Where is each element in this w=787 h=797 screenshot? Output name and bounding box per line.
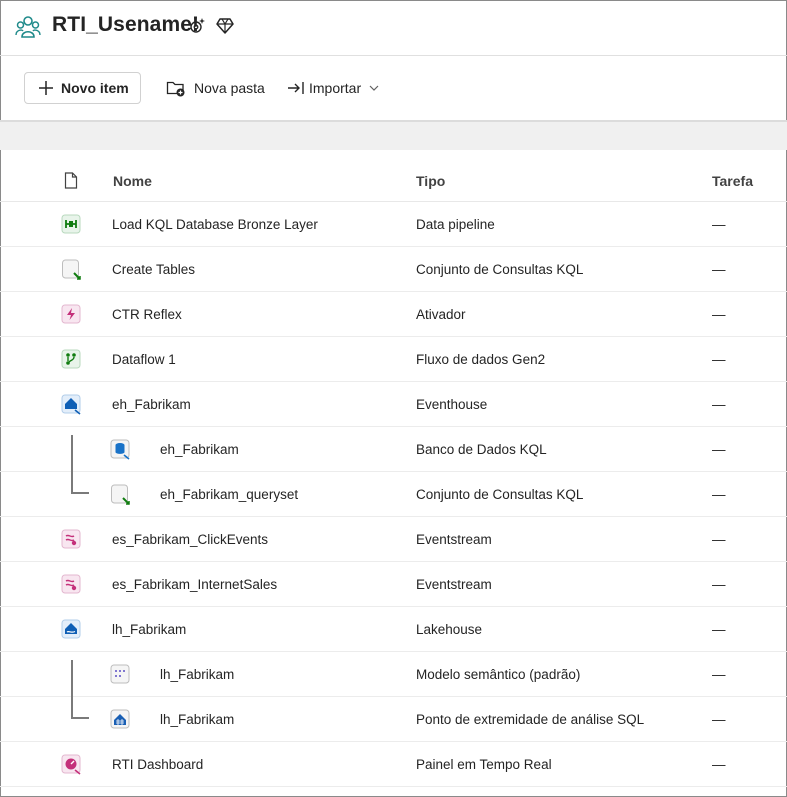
item-type: Modelo semântico (padrão) [416, 667, 581, 682]
activator-icon [61, 304, 81, 324]
item-name-link[interactable]: RTI Dashboard [112, 757, 203, 772]
item-name-link[interactable]: eh_Fabrikam [160, 442, 239, 457]
table-header: Nome Tipo Tarefa [0, 158, 787, 202]
item-type: Eventstream [416, 577, 492, 592]
item-task: — [712, 442, 726, 457]
kql-queryset-icon [111, 484, 130, 505]
table-row[interactable]: Load KQL Database Bronze Layer Data pipel… [0, 202, 787, 247]
dataflow-icon [61, 349, 81, 369]
table-row[interactable]: Create Tables Conjunto de Consultas KQL — [0, 247, 787, 292]
settings-sparkle-icon[interactable] [187, 16, 207, 36]
lakehouse-icon [61, 619, 81, 639]
item-type: Eventstream [416, 532, 492, 547]
table-row[interactable]: lh_Fabrikam Modelo semântico (padrão) — [0, 652, 787, 697]
table-row[interactable]: lh_Fabrikam Ponto de extremidade de análi… [0, 697, 787, 742]
table-row[interactable]: eh_Fabrikam Eventhouse — [0, 382, 787, 427]
tree-connector [71, 435, 89, 494]
item-name-link[interactable]: es_Fabrikam_ClickEvents [112, 532, 268, 547]
item-task: — [712, 577, 726, 592]
item-type: Conjunto de Consultas KQL [416, 487, 584, 502]
table-row[interactable]: Dataflow 1 Fluxo de dados Gen2 — [0, 337, 787, 382]
item-type: Ponto de extremidade de análise SQL [416, 712, 645, 727]
workspace-people-icon [15, 16, 41, 38]
workspace-title: RTI_Usename! [52, 13, 200, 36]
item-name-link[interactable]: CTR Reflex [112, 307, 182, 322]
item-type: Lakehouse [416, 622, 483, 637]
pipeline-icon [61, 214, 81, 234]
premium-diamond-icon[interactable] [215, 16, 235, 36]
item-task: — [712, 397, 726, 412]
column-header-task[interactable]: Tarefa [712, 173, 753, 189]
kql-database-icon [110, 439, 130, 460]
table-row[interactable]: eh_Fabrikam Banco de Dados KQL — [0, 427, 787, 472]
item-type: Eventhouse [416, 397, 488, 412]
item-name-link[interactable]: Dataflow 1 [112, 352, 176, 367]
item-task: — [712, 352, 726, 367]
new-folder-label: Nova pasta [194, 80, 265, 96]
new-item-label: Novo item [61, 80, 129, 96]
item-type: Conjunto de Consultas KQL [416, 262, 584, 277]
item-name-link[interactable]: Load KQL Database Bronze Layer [112, 217, 318, 232]
item-name-link[interactable]: lh_Fabrikam [160, 667, 234, 682]
table-row[interactable]: es_Fabrikam_ClickEvents Eventstream — [0, 517, 787, 562]
column-header-type[interactable]: Tipo [416, 173, 445, 189]
item-task: — [712, 262, 726, 277]
item-name-link[interactable]: lh_Fabrikam [112, 622, 186, 637]
table-row[interactable]: RTI Dashboard Painel em Tempo Real — [0, 742, 787, 787]
tree-connector [71, 660, 89, 719]
sql-endpoint-icon [110, 709, 130, 729]
separator-band [0, 120, 787, 150]
item-type: Ativador [416, 307, 466, 322]
item-task: — [712, 217, 726, 232]
toolbar: Novo item Nova pasta Importar [0, 56, 787, 120]
item-task: — [712, 667, 726, 682]
workspace-header: RTI_Usename! [0, 0, 787, 56]
item-type: Fluxo de dados Gen2 [416, 352, 546, 367]
item-task: — [712, 487, 726, 502]
item-type: Data pipeline [416, 217, 495, 232]
item-task: — [712, 532, 726, 547]
file-icon [64, 172, 78, 189]
new-item-button[interactable]: Novo item [24, 72, 141, 104]
item-name-link[interactable]: lh_Fabrikam [160, 712, 234, 727]
table-row[interactable]: CTR Reflex Ativador — [0, 292, 787, 337]
eventstream-icon [61, 529, 81, 549]
item-task: — [712, 712, 726, 727]
kql-queryset-icon [62, 259, 81, 280]
item-task: — [712, 622, 726, 637]
table-row[interactable]: es_Fabrikam_InternetSales Eventstream — [0, 562, 787, 607]
item-task: — [712, 307, 726, 322]
new-folder-icon [166, 81, 185, 97]
item-type: Painel em Tempo Real [416, 757, 552, 772]
chevron-down-icon [369, 85, 379, 91]
item-name-link[interactable]: eh_Fabrikam [112, 397, 191, 412]
item-name-link[interactable]: es_Fabrikam_InternetSales [112, 577, 277, 592]
import-label: Importar [309, 80, 362, 96]
table-row[interactable]: lh_Fabrikam Lakehouse — [0, 607, 787, 652]
plus-icon [39, 81, 53, 95]
new-folder-button[interactable]: Nova pasta [166, 72, 265, 104]
import-arrow-icon [288, 82, 304, 94]
eventstream-icon [61, 574, 81, 594]
table-row[interactable]: eh_Fabrikam_queryset Conjunto de Consulta… [0, 472, 787, 517]
item-task: — [712, 757, 726, 772]
realtime-dashboard-icon [61, 754, 81, 775]
import-button[interactable]: Importar [287, 72, 381, 104]
column-header-name[interactable]: Nome [113, 173, 152, 189]
eventhouse-icon [61, 394, 81, 415]
item-name-link[interactable]: eh_Fabrikam_queryset [160, 487, 298, 502]
item-type: Banco de Dados KQL [416, 442, 547, 457]
item-name-link[interactable]: Create Tables [112, 262, 195, 277]
semantic-model-icon [110, 664, 130, 684]
